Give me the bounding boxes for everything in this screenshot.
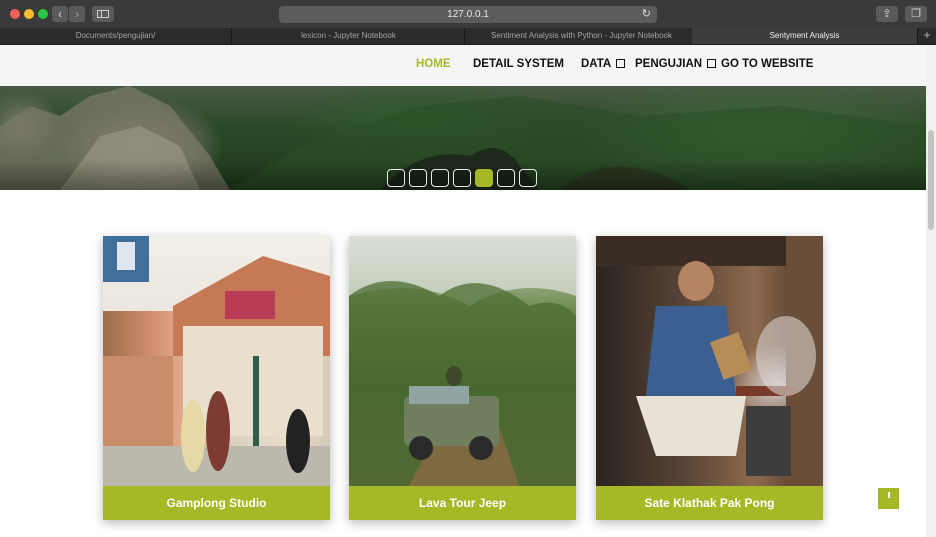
nav-pengujian-label: PENGUJIAN: [635, 58, 703, 70]
tab-documents[interactable]: Documents/pengujian/: [0, 28, 232, 44]
nav-data-label: DATA: [581, 58, 612, 70]
tab-lexicon[interactable]: lexicon - Jupyter Notebook: [233, 28, 465, 44]
tabs-overview-button[interactable]: ❐: [905, 6, 927, 22]
sate-scene: [596, 236, 823, 486]
share-icon: ⇪: [882, 8, 892, 20]
slider-dot[interactable]: [453, 169, 471, 187]
browser-titlebar: ‹ › 127.0.0.1 ↻ ⇪ ❐: [0, 0, 936, 29]
slider-dot[interactable]: [431, 169, 449, 187]
address-bar[interactable]: 127.0.0.1 ↻: [279, 6, 657, 23]
slider-dot[interactable]: [519, 169, 537, 187]
jeep-scene: [349, 236, 576, 486]
new-tab-button[interactable]: +: [918, 28, 936, 44]
url-text: 127.0.0.1: [447, 9, 489, 20]
reload-icon[interactable]: ↻: [642, 6, 651, 23]
nav-detail-system[interactable]: DETAIL SYSTEM: [473, 58, 564, 70]
card-label[interactable]: Lava Tour Jeep: [349, 486, 576, 520]
dropdown-caret-icon: [616, 59, 626, 69]
sidebar-toggle-button[interactable]: [92, 6, 114, 22]
minimize-window-button[interactable]: [24, 9, 34, 19]
tabs-icon: ❐: [911, 8, 921, 20]
chevron-right-icon: ›: [75, 7, 79, 21]
tab-sentyment-analysis[interactable]: Sentyment Analysis: [692, 28, 918, 44]
site-navbar: HOME DETAIL SYSTEM DATA PENGUJIAN GO TO …: [0, 45, 926, 86]
nav-go-to-website[interactable]: GO TO WEBSITE: [721, 58, 813, 70]
slider-dot-active[interactable]: [475, 169, 493, 187]
share-button[interactable]: ⇪: [876, 6, 898, 22]
web-page: HOME DETAIL SYSTEM DATA PENGUJIAN GO TO …: [0, 45, 926, 537]
page-scrollbar[interactable]: [926, 45, 936, 537]
slider-dot[interactable]: [497, 169, 515, 187]
card-sate-klathak-pak-pong[interactable]: Sate Klathak Pak Pong: [596, 236, 823, 520]
card-image-lava-tour-jeep: [349, 236, 576, 486]
card-lava-tour-jeep[interactable]: Lava Tour Jeep: [349, 236, 576, 520]
back-to-top-button[interactable]: [878, 488, 899, 509]
nav-pengujian[interactable]: PENGUJIAN: [635, 58, 717, 70]
slider-dot[interactable]: [387, 169, 405, 187]
tab-bar: Documents/pengujian/ lexicon - Jupyter N…: [0, 28, 936, 45]
card-label[interactable]: Gamplong Studio: [103, 486, 330, 520]
card-image-sate-klathak: [596, 236, 823, 486]
chevron-left-icon: ‹: [58, 7, 62, 21]
studio-scene: [103, 236, 330, 486]
card-gamplong-studio[interactable]: Gamplong Studio: [103, 236, 330, 520]
fullscreen-window-button[interactable]: [38, 9, 48, 19]
card-image-gamplong-studio: [103, 236, 330, 486]
forward-button[interactable]: ›: [69, 6, 85, 22]
card-label[interactable]: Sate Klathak Pak Pong: [596, 486, 823, 520]
nav-data[interactable]: DATA: [581, 58, 626, 70]
dropdown-caret-icon: [707, 59, 717, 69]
tab-sentiment-notebook[interactable]: Sentiment Analysis with Python - Jupyter…: [466, 28, 698, 44]
slider-dot[interactable]: [409, 169, 427, 187]
back-button[interactable]: ‹: [52, 6, 68, 22]
nav-home[interactable]: HOME: [416, 58, 451, 70]
close-window-button[interactable]: [10, 9, 20, 19]
scrollbar-thumb[interactable]: [928, 130, 934, 230]
